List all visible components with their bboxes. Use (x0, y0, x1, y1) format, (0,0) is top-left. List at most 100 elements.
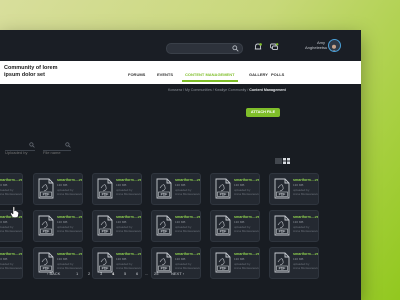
file-name[interactable]: smartform....ve.pdf (57, 252, 82, 256)
tab-forums[interactable]: FORUMS (128, 72, 145, 77)
file-card[interactable]: PDFsmartform....ve.pdf130 MBuploaded byA… (210, 210, 260, 242)
file-name[interactable]: smartform....ve.pdf (0, 178, 22, 182)
file-name[interactable]: smartform....ve.pdf (293, 215, 318, 219)
file-size: 130 MB (0, 257, 8, 261)
uploader-name: Anna Munteanescu (dua) (116, 265, 142, 270)
uploader-name: Anna Munteanescu (dua) (293, 265, 319, 270)
file-name-filter[interactable] (43, 141, 71, 157)
pdf-file-icon: PDF (38, 215, 54, 236)
pdf-icon-label: PDF (43, 230, 50, 234)
file-uploader: uploaded byAnna Munteanescu (dua) (57, 225, 82, 234)
file-card[interactable]: PDF smartform....ve.pdf130 MBuploaded byA… (269, 173, 319, 205)
uploader-name: Anna Munteanescu (dua) (116, 228, 142, 233)
page-5[interactable]: 5 (124, 271, 126, 276)
pdf-icon-label: PDF (220, 193, 227, 197)
app-window: Amy Angheleetsu Community of lorem ipsum… (0, 30, 361, 300)
pdf-icon-label: PDF (279, 267, 286, 271)
uploader-name: Anna Munteanescu (dua) (234, 265, 260, 270)
top-bar: Amy Angheleetsu (0, 30, 361, 61)
file-card[interactable]: PDFsmartform....ve.pdf130 MBuploaded byA… (0, 173, 23, 205)
page-4[interactable]: 4 (112, 271, 114, 276)
list-view-icon[interactable] (275, 158, 282, 164)
pagination-back-label: BACK (49, 271, 61, 276)
file-name[interactable]: smartform....ve.pdf (175, 178, 200, 182)
pagination-back[interactable]: ‹ BACK (47, 271, 60, 276)
file-card[interactable]: PDFsmartform....ve.pdf130 MBuploaded byA… (33, 173, 83, 205)
file-name[interactable]: smartform....ve.pdf (175, 215, 200, 219)
chat-icon[interactable] (269, 42, 279, 52)
file-name[interactable]: smartform....ve.pdf (234, 252, 259, 256)
file-name[interactable]: smartform....ve.pdf (116, 178, 141, 182)
file-card[interactable]: PDFsmartform....ve.pdf130 MBuploaded byA… (92, 210, 142, 242)
uploader-name: Anna Munteanescu (dua) (0, 265, 23, 270)
page-1[interactable]: 1 (76, 271, 78, 276)
search-input[interactable] (171, 44, 229, 53)
pdf-file-icon: PDF (215, 215, 231, 236)
pagination-next[interactable]: NEXT › (171, 271, 184, 276)
page-3[interactable]: 3 (100, 271, 102, 276)
avatar[interactable] (328, 39, 341, 52)
file-card[interactable]: PDFsmartform....ve.pdf130 MBuploaded byA… (151, 210, 201, 242)
grid-view-icon[interactable] (283, 158, 290, 164)
user-name[interactable]: Amy Angheleetsu (305, 40, 328, 50)
pdf-icon-label: PDF (161, 267, 168, 271)
avatar-image (332, 44, 336, 51)
file-card[interactable]: PDFsmartform....ve.pdf130 MBuploaded byA… (151, 173, 201, 205)
uploader-name: Anna Munteanescu (dua) (293, 228, 319, 233)
user-last-name: Angheleetsu (305, 45, 328, 50)
uploaded-by-input[interactable] (5, 148, 35, 157)
file-uploader: uploaded byAnna Munteanescu (dua) (116, 262, 142, 271)
uploader-name: Anna Munteanescu (dua) (234, 191, 260, 196)
file-size: 130 MB (175, 220, 186, 224)
pdf-icon-label: PDF (43, 193, 50, 197)
file-name[interactable]: smartform....ve.pdf (293, 252, 318, 256)
pdf-icon-label: PDF (220, 230, 227, 234)
file-name[interactable]: smartform....ve.pdf (234, 178, 259, 182)
uploader-name: Anna Munteanescu (dua) (0, 191, 23, 196)
file-uploader: uploaded byAnna Munteanescu (dua) (0, 188, 23, 197)
file-card[interactable]: PDFsmartform....ve.pdf130 MBuploaded byA… (92, 173, 142, 205)
file-uploader: uploaded byAnna Munteanescu (dua) (234, 225, 259, 234)
file-name[interactable]: smartform....ve.pdf (116, 215, 141, 219)
pdf-icon-label: PDF (43, 267, 50, 271)
hand-cursor-icon (10, 206, 19, 218)
file-card[interactable]: PDFsmartform....ve.pdf130 MBuploaded byA… (210, 173, 260, 205)
search-box[interactable] (166, 43, 243, 54)
uploader-name: Anna Munteanescu (dua) (57, 265, 83, 270)
file-uploader: uploaded byAnna Munteanescu (dua) (175, 188, 200, 197)
tab-gallery[interactable]: GALLERY (249, 72, 268, 77)
file-name[interactable]: smartform....ve.pdf (0, 252, 22, 256)
pdf-file-icon: PDF (156, 215, 172, 236)
bell-icon[interactable] (253, 42, 263, 52)
uploaded-by-filter[interactable] (5, 141, 35, 157)
file-uploader: uploaded byAnna Munteanescu (dua) (293, 188, 319, 197)
tab-events[interactable]: EVENTS (157, 72, 173, 77)
tab-content-management[interactable]: CONTENT MANAGEMENT (185, 72, 235, 77)
file-size: 130 MB (293, 183, 304, 187)
pdf-icon-label: PDF (279, 193, 286, 197)
page-2[interactable]: 2 (88, 271, 90, 276)
file-card[interactable]: PDFsmartform....ve.pdf130 MBuploaded byA… (269, 247, 319, 279)
file-name[interactable]: smartform....ve.pdf (57, 178, 82, 182)
file-card[interactable]: PDFsmartform....ve.pdf130 MBuploaded byA… (269, 210, 319, 242)
file-card[interactable]: PDFsmartform....ve.pdf130 MBuploaded byA… (210, 247, 260, 279)
file-name[interactable]: smartform....ve.pdf (57, 215, 82, 219)
page-ellipsis: ... (145, 271, 149, 276)
file-size: 130 MB (293, 257, 304, 261)
page-6[interactable]: 6 (136, 271, 138, 276)
file-name[interactable]: smartform....ve.pdf (293, 178, 318, 182)
file-name[interactable]: smartform....ve.pdf (116, 252, 141, 256)
pdf-file-icon: PDF (274, 215, 290, 236)
file-name[interactable]: smartform....ve.pdf (234, 215, 259, 219)
file-card[interactable]: PDFsmartform....ve.pdf130 MBuploaded byA… (33, 210, 83, 242)
breadcrumb-path[interactable]: Kowsera / My Communities / Kwaliye Commu… (168, 88, 249, 92)
uploader-name: Anna Munteanescu (dua) (293, 191, 319, 196)
attach-file-button[interactable]: ATTACH FILE (246, 108, 280, 117)
tab-polls[interactable]: POLLS (271, 72, 284, 77)
file-card[interactable]: PDFsmartform....ve.pdf130 MBuploaded byA… (0, 247, 23, 279)
file-name[interactable]: smartform....ve.pdf (175, 252, 200, 256)
search-icon[interactable] (232, 45, 239, 52)
file-name-input[interactable] (43, 148, 71, 157)
page-25[interactable]: 25 (154, 271, 158, 276)
file-size: 130 MB (57, 257, 68, 261)
